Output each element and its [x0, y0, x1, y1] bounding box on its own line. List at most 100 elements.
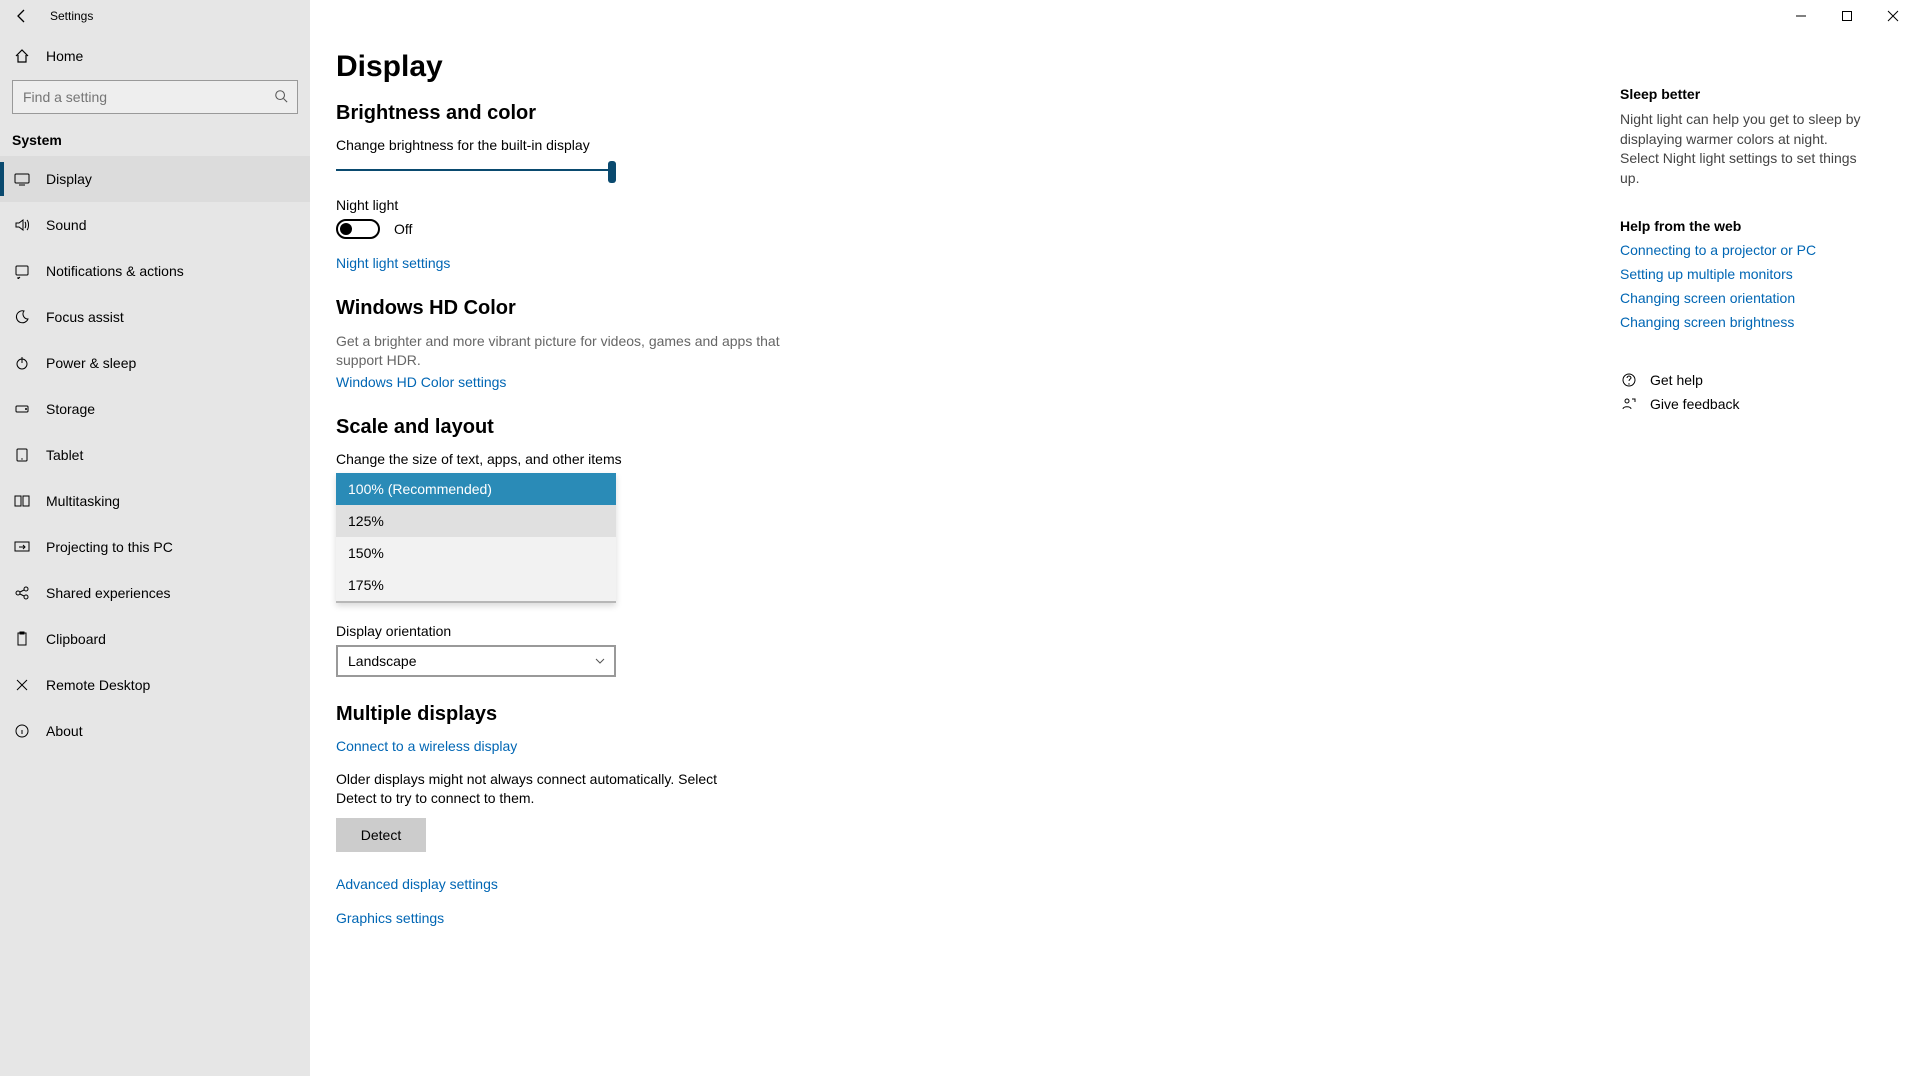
brightness-heading: Brightness and color — [336, 102, 1320, 125]
help-link-multiple-monitors[interactable]: Setting up multiple monitors — [1620, 266, 1870, 282]
get-help-label: Get help — [1650, 372, 1703, 388]
sidebar-item-label: Notifications & actions — [46, 263, 184, 279]
night-light-label: Night light — [336, 197, 1320, 213]
night-light-settings-link[interactable]: Night light settings — [336, 255, 450, 271]
search-input[interactable] — [12, 80, 298, 114]
notifications-icon — [12, 263, 32, 279]
sidebar-item-projecting[interactable]: Projecting to this PC — [0, 524, 310, 570]
sidebar-item-shared-experiences[interactable]: Shared experiences — [0, 570, 310, 616]
maximize-icon — [1841, 10, 1853, 22]
help-link-projector[interactable]: Connecting to a projector or PC — [1620, 242, 1870, 258]
scale-option-150[interactable]: 150% — [336, 537, 616, 569]
multi-desc: Older displays might not always connect … — [336, 770, 756, 808]
sidebar-item-label: Multitasking — [46, 493, 120, 509]
multi-heading: Multiple displays — [336, 703, 1320, 726]
help-column: Sleep better Night light can help you ge… — [1620, 86, 1870, 420]
clipboard-icon — [12, 631, 32, 647]
sidebar-item-label: Power & sleep — [46, 355, 136, 371]
connect-wireless-link[interactable]: Connect to a wireless display — [336, 738, 517, 754]
sleep-better-heading: Sleep better — [1620, 86, 1870, 102]
sidebar-item-label: Remote Desktop — [46, 677, 150, 693]
give-feedback-label: Give feedback — [1650, 396, 1740, 412]
search-wrap — [0, 80, 310, 118]
remote-desktop-icon — [12, 677, 32, 693]
give-feedback-row[interactable]: Give feedback — [1620, 396, 1870, 412]
sidebar-item-notifications[interactable]: Notifications & actions — [0, 248, 310, 294]
help-from-web-heading: Help from the web — [1620, 218, 1870, 234]
sidebar-item-label: Sound — [46, 217, 86, 233]
scale-option-175[interactable]: 175% — [336, 569, 616, 601]
scale-option-label: 175% — [348, 577, 384, 593]
graphics-settings-link[interactable]: Graphics settings — [336, 910, 444, 926]
sidebar-home-label: Home — [46, 48, 83, 64]
sidebar-item-multitasking[interactable]: Multitasking — [0, 478, 310, 524]
hdcolor-heading: Windows HD Color — [336, 297, 1320, 320]
section-brightness: Brightness and color Change brightness f… — [336, 102, 1320, 271]
orientation-label: Display orientation — [336, 623, 1320, 639]
shared-icon — [12, 585, 32, 601]
brightness-slider-label: Change brightness for the built-in displ… — [336, 137, 1320, 153]
toggle-knob — [340, 223, 352, 235]
display-icon — [12, 171, 32, 187]
scale-option-label: 100% (Recommended) — [348, 481, 492, 497]
hdcolor-settings-link[interactable]: Windows HD Color settings — [336, 374, 506, 390]
window-controls — [1778, 0, 1916, 32]
back-button[interactable] — [0, 0, 44, 32]
brightness-slider[interactable] — [336, 159, 616, 183]
detect-button[interactable]: Detect — [336, 818, 426, 852]
maximize-button[interactable] — [1824, 0, 1870, 32]
sidebar-item-label: Projecting to this PC — [46, 539, 173, 555]
sidebar-item-display[interactable]: Display — [0, 156, 310, 202]
scale-option-125[interactable]: 125% — [336, 505, 616, 537]
orientation-select[interactable]: Landscape — [336, 645, 616, 677]
sidebar-item-remote-desktop[interactable]: Remote Desktop — [0, 662, 310, 708]
sidebar-item-sound[interactable]: Sound — [0, 202, 310, 248]
sidebar: Settings Home System Display Sound Notif… — [0, 0, 310, 1076]
get-help-icon — [1620, 372, 1638, 388]
tablet-icon — [12, 447, 32, 463]
about-icon — [12, 723, 32, 739]
sidebar-item-power-sleep[interactable]: Power & sleep — [0, 340, 310, 386]
section-scale: Scale and layout Change the size of text… — [336, 416, 1320, 677]
minimize-button[interactable] — [1778, 0, 1824, 32]
scale-option-label: 125% — [348, 513, 384, 529]
sidebar-item-label: Clipboard — [46, 631, 106, 647]
scale-option-label: 150% — [348, 545, 384, 561]
section-multiple-displays: Multiple displays Connect to a wireless … — [336, 703, 1320, 926]
scale-size-label: Change the size of text, apps, and other… — [336, 451, 1320, 467]
sidebar-section-header: System — [0, 118, 310, 156]
sidebar-item-label: Tablet — [46, 447, 83, 463]
home-icon — [12, 48, 32, 64]
detect-button-label: Detect — [361, 827, 401, 843]
advanced-display-link[interactable]: Advanced display settings — [336, 876, 498, 892]
sidebar-item-storage[interactable]: Storage — [0, 386, 310, 432]
sidebar-home[interactable]: Home — [0, 32, 310, 80]
close-button[interactable] — [1870, 0, 1916, 32]
sidebar-item-label: Storage — [46, 401, 95, 417]
multitasking-icon — [12, 493, 32, 509]
chevron-down-icon — [594, 655, 606, 667]
storage-icon — [12, 401, 32, 417]
help-link-orientation[interactable]: Changing screen orientation — [1620, 290, 1870, 306]
help-link-brightness[interactable]: Changing screen brightness — [1620, 314, 1870, 330]
projecting-icon — [12, 539, 32, 555]
sidebar-item-label: Focus assist — [46, 309, 124, 325]
feedback-icon — [1620, 396, 1638, 412]
scale-dropdown-open[interactable]: 100% (Recommended) 125% 150% 175% — [336, 473, 616, 603]
titlebar-left: Settings — [0, 0, 310, 32]
sidebar-item-tablet[interactable]: Tablet — [0, 432, 310, 478]
sidebar-item-focus-assist[interactable]: Focus assist — [0, 294, 310, 340]
scale-option-100[interactable]: 100% (Recommended) — [336, 473, 616, 505]
orientation-value: Landscape — [348, 653, 417, 669]
slider-thumb[interactable] — [608, 161, 616, 183]
sound-icon — [12, 217, 32, 233]
night-light-toggle[interactable] — [336, 219, 380, 239]
focus-assist-icon — [12, 309, 32, 325]
page-title: Display — [336, 50, 1916, 84]
section-hd-color: Windows HD Color Get a brighter and more… — [336, 297, 1320, 390]
sidebar-item-label: Display — [46, 171, 92, 187]
sidebar-item-about[interactable]: About — [0, 708, 310, 754]
get-help-row[interactable]: Get help — [1620, 372, 1870, 388]
sidebar-item-clipboard[interactable]: Clipboard — [0, 616, 310, 662]
close-icon — [1887, 10, 1899, 22]
